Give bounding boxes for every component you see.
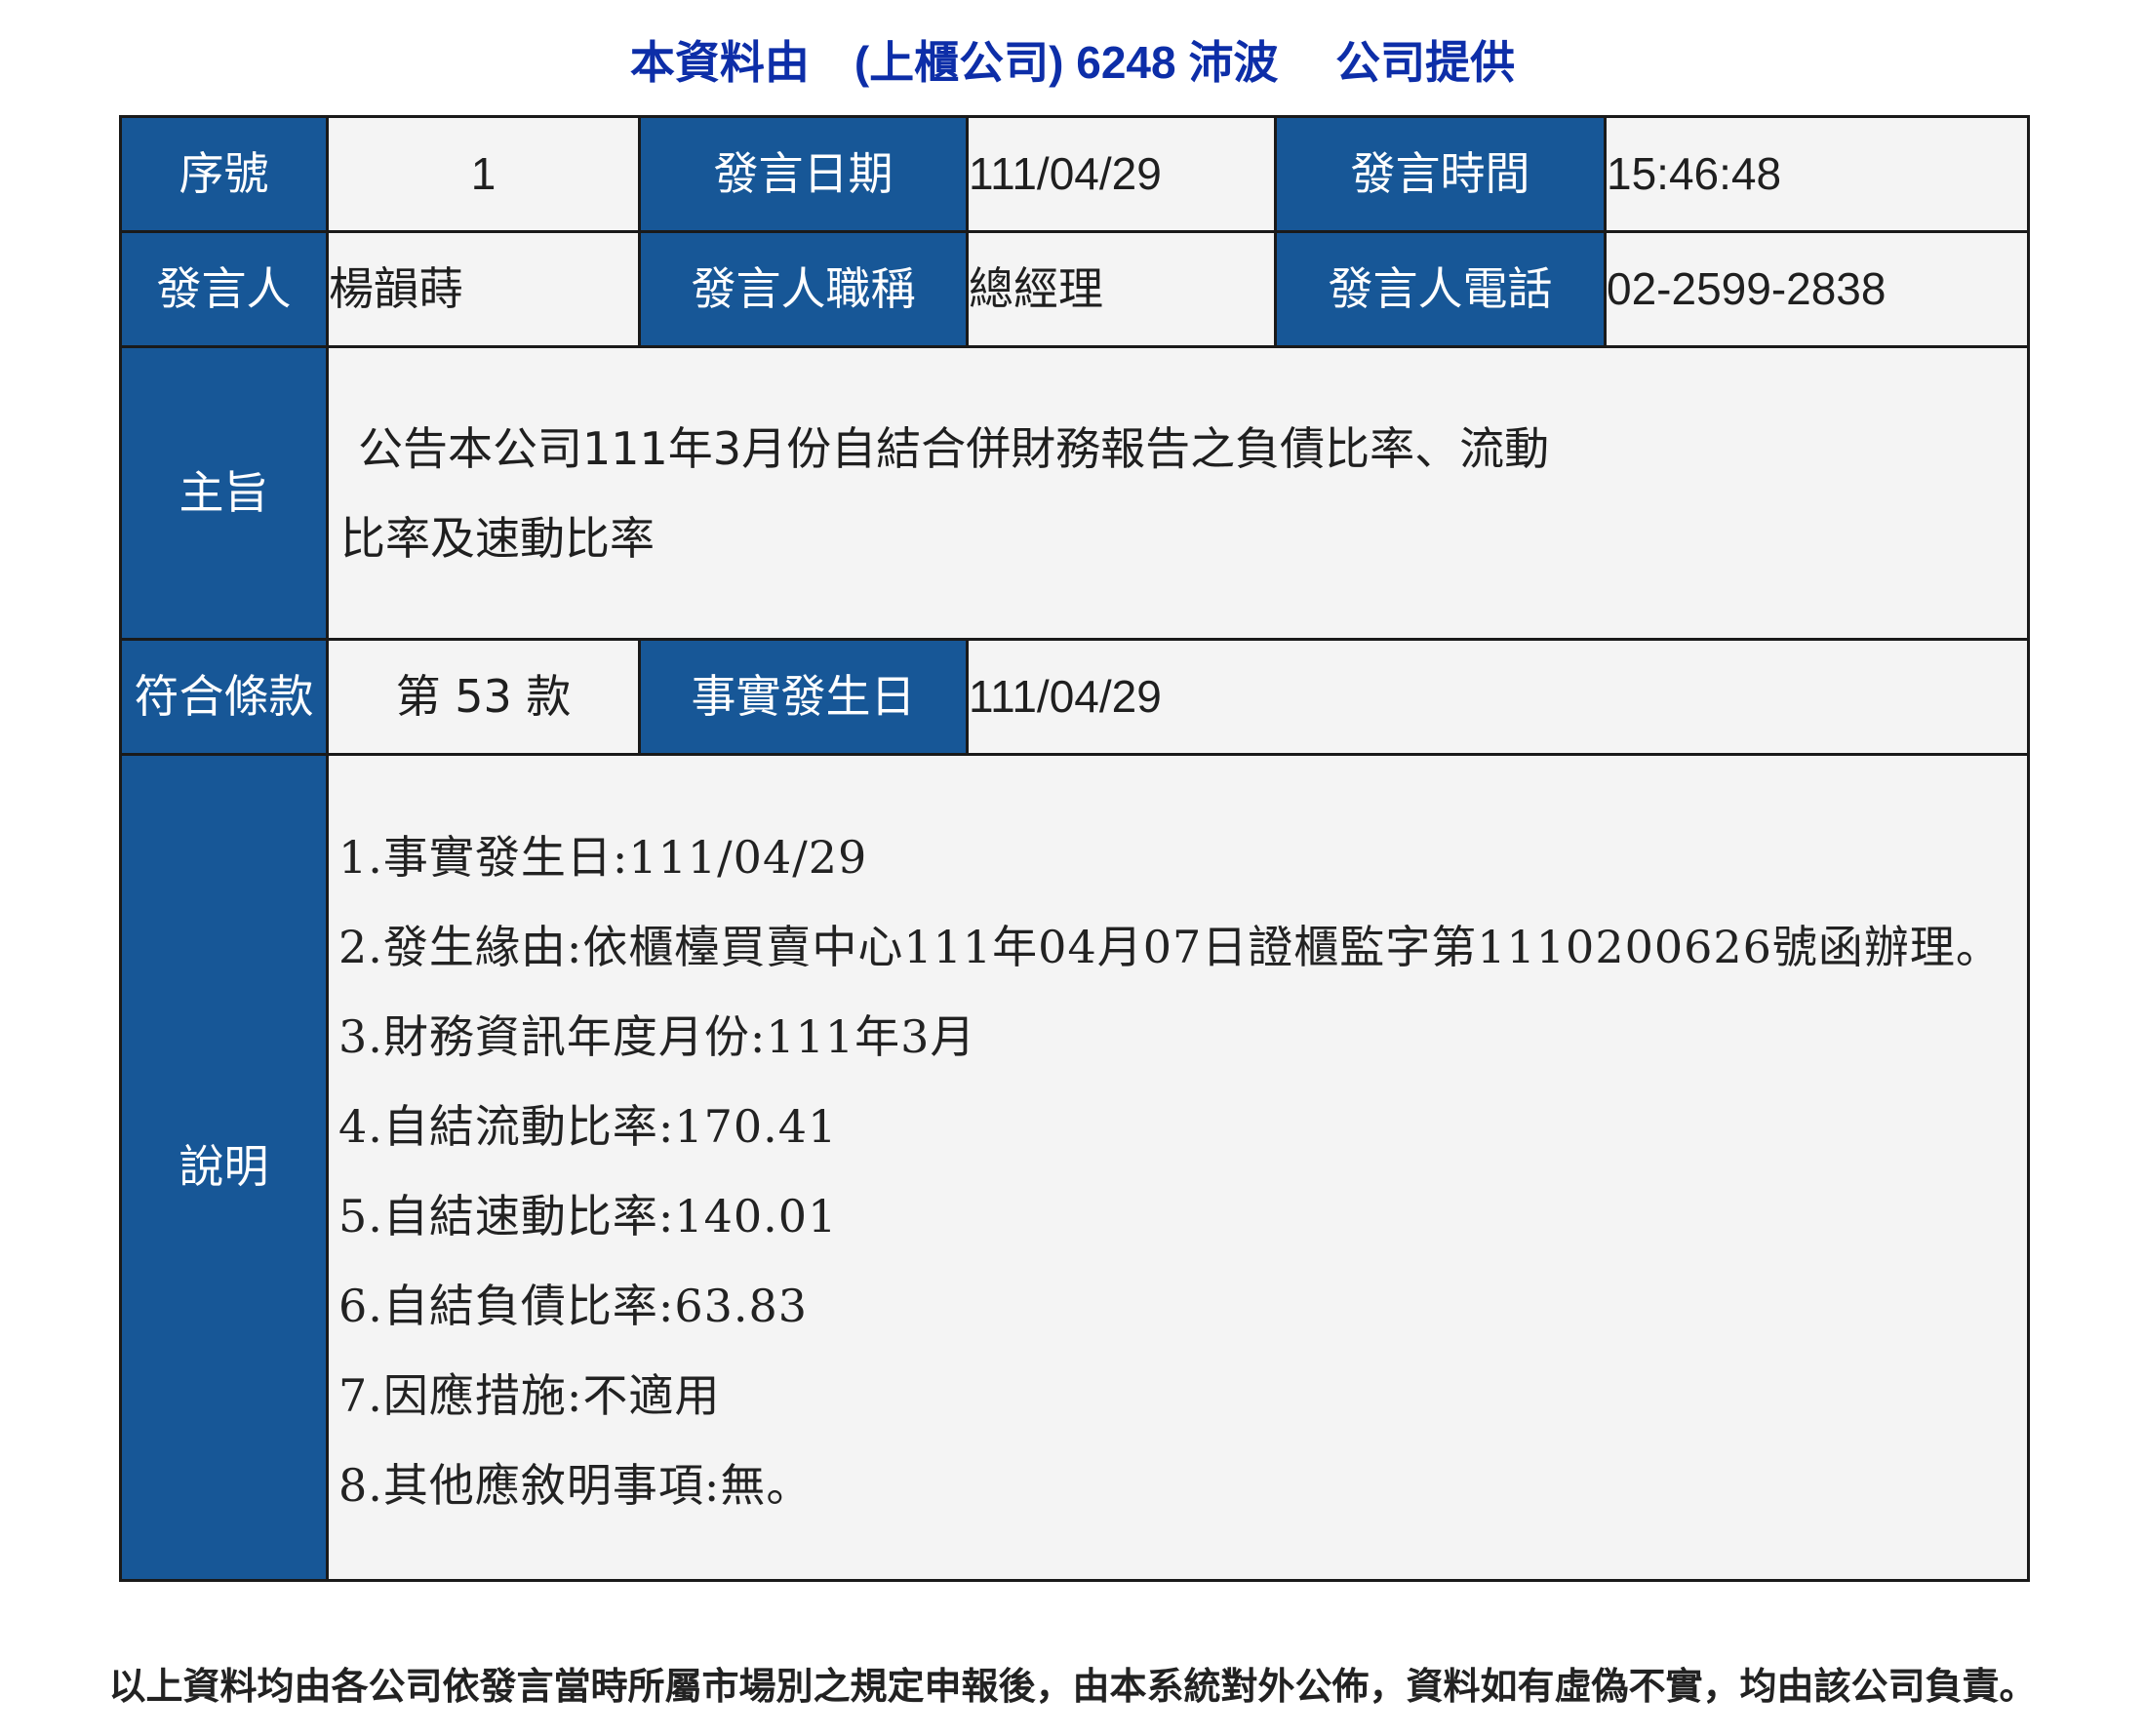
description-label: 說明 [119, 753, 329, 1582]
description-value: 1.事實發生日:111/04/29 2.發生緣由:依櫃檯買賣中心111年04月0… [326, 753, 2030, 1582]
speaker-phone-label: 發言人電話 [1274, 230, 1607, 348]
serial-label: 序號 [119, 115, 329, 233]
speaker-title-label: 發言人職稱 [638, 230, 969, 348]
subject-label: 主旨 [119, 345, 329, 641]
clause-label: 符合條款 [119, 638, 329, 756]
description-line: 6.自結負債比率:63.83 [338, 1280, 809, 1332]
speech-time-label: 發言時間 [1274, 115, 1607, 233]
serial-value: 1 [326, 115, 641, 233]
table-row-clause: 符合條款 第 53 款 事實發生日 111/04/29 [119, 638, 2030, 756]
clause-value: 第 53 款 [326, 638, 641, 756]
subject-value: 公告本公司111年3月份自結合併財務報告之負債比率、流動 比率及速動比率 [326, 345, 2030, 641]
page-header: 本資料由 (上櫃公司) 6248 沛波 公司提供 [629, 37, 1516, 88]
description-line: 1.事實發生日:111/04/29 [338, 831, 868, 884]
speaker-phone-value: 02-2599-2838 [1604, 230, 2030, 348]
description-line: 5.自結速動比率:140.01 [338, 1190, 838, 1243]
speech-time-value: 15:46:48 [1604, 115, 2030, 233]
table-row-subject: 主旨 公告本公司111年3月份自結合併財務報告之負債比率、流動 比率及速動比率 [119, 345, 2030, 641]
speech-date-value: 111/04/29 [966, 115, 1277, 233]
disclaimer-footer: 以上資料均由各公司依發言當時所屬市場別之規定申報後，由本系統對外公佈，資料如有虛… [108, 1665, 2037, 1708]
description-line: 4.自結流動比率:170.41 [338, 1100, 838, 1153]
speech-date-label: 發言日期 [638, 115, 969, 233]
fact-date-label: 事實發生日 [638, 638, 969, 756]
announcement-table: 序號 1 發言日期 111/04/29 發言時間 15:46:48 發言人 楊韻… [119, 115, 2030, 1582]
fact-date-value: 111/04/29 [966, 638, 2030, 756]
table-row-serial: 序號 1 發言日期 111/04/29 發言時間 15:46:48 [119, 115, 2030, 233]
subject-line: 比率及速動比率 [340, 511, 655, 565]
description-line: 8.其他應敘明事項:無。 [338, 1459, 813, 1512]
description-line: 3.財務資訊年度月份:111年3月 [338, 1010, 976, 1063]
description-line: 7.因應措施:不適用 [338, 1369, 721, 1422]
speaker-label: 發言人 [119, 230, 329, 348]
table-row-description: 說明 1.事實發生日:111/04/29 2.發生緣由:依櫃檯買賣中心111年0… [119, 753, 2030, 1582]
subject-line: 公告本公司111年3月份自結合併財務報告之負債比率、流動 [358, 421, 1550, 475]
speaker-value: 楊韻蒔 [326, 230, 641, 348]
table-row-speaker: 發言人 楊韻蒔 發言人職稱 總經理 發言人電話 02-2599-2838 [119, 230, 2030, 348]
description-line: 2.發生緣由:依櫃檯買賣中心111年04月07日證櫃監字第1110200626號… [338, 921, 2002, 973]
speaker-title-value: 總經理 [966, 230, 1277, 348]
